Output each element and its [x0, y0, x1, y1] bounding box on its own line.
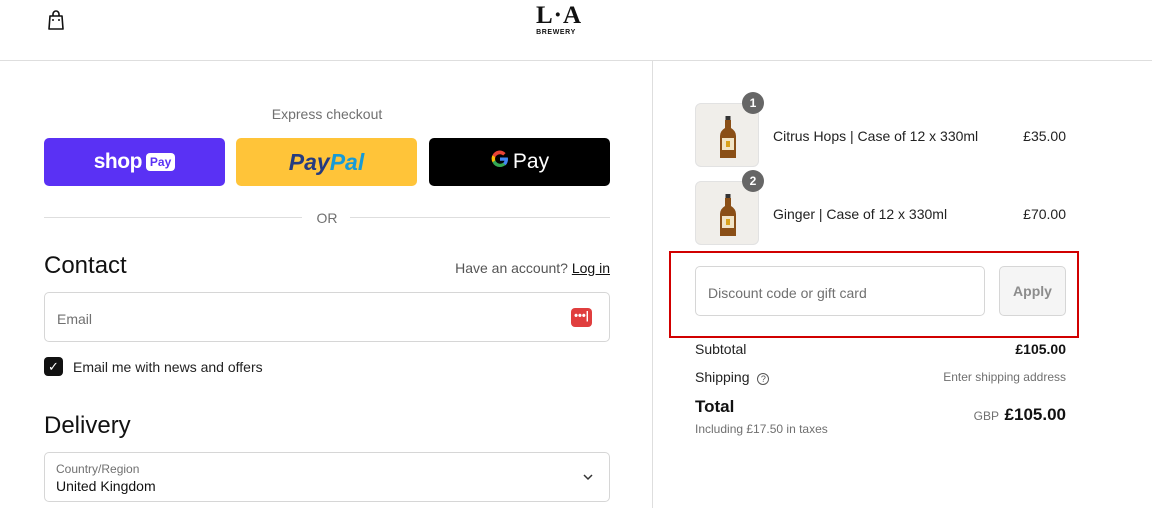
- taxes-note: Including £17.50 in taxes: [695, 422, 828, 436]
- paypal-word-1: Pay: [288, 148, 330, 175]
- google-pay-word: Pay: [512, 150, 550, 173]
- paypal-word-2: Pal: [329, 148, 365, 175]
- shipping-label-row: Shipping ?: [695, 369, 770, 385]
- column-divider: [652, 61, 653, 508]
- newsletter-label: Email me with news and offers: [73, 359, 263, 375]
- delivery-heading: Delivery: [44, 412, 131, 439]
- header: L·A BREWERY: [0, 0, 1152, 61]
- apply-button[interactable]: Apply: [999, 266, 1066, 316]
- quantity-badge: 1: [742, 92, 764, 114]
- shop-pay-word: shop: [93, 150, 143, 173]
- total-value: £105.00: [1004, 405, 1066, 424]
- logo-sub: BREWERY: [536, 29, 576, 36]
- have-account-text: Have an account? Log in: [455, 260, 610, 276]
- google-g-icon: [490, 149, 510, 175]
- shipping-label: Shipping: [695, 369, 750, 385]
- item-name: Ginger | Case of 12 x 330ml: [773, 206, 948, 222]
- google-pay-button[interactable]: Pay: [429, 138, 610, 186]
- item-name: Citrus Hops | Case of 12 x 330ml: [773, 128, 979, 144]
- or-line-right: [350, 217, 610, 218]
- contact-heading: Contact: [44, 252, 127, 279]
- or-divider: OR: [44, 209, 610, 227]
- shop-pay-badge: Pay: [145, 153, 176, 171]
- chevron-down-icon: [583, 474, 593, 481]
- password-manager-icon[interactable]: •••|: [571, 308, 592, 327]
- quantity-badge: 2: [742, 170, 764, 192]
- bottle-image: [720, 194, 736, 236]
- discount-code-input[interactable]: Discount code or gift card: [695, 266, 985, 316]
- login-link[interactable]: Log in: [572, 260, 610, 276]
- subtotal-label: Subtotal: [695, 341, 747, 357]
- logo-main: L·A: [536, 2, 583, 29]
- express-checkout-title: Express checkout: [271, 106, 383, 122]
- shop-pay-button[interactable]: shop Pay: [44, 138, 225, 186]
- have-account-label: Have an account?: [455, 260, 568, 276]
- subtotal-value: £105.00: [1015, 341, 1066, 357]
- or-text: OR: [316, 210, 338, 226]
- email-field[interactable]: Email •••|: [44, 292, 610, 342]
- currency-code: GBP: [973, 409, 999, 423]
- bottle-image: [720, 116, 736, 158]
- brand-logo[interactable]: L·A BREWERY: [536, 2, 583, 37]
- discount-placeholder: Discount code or gift card: [708, 285, 867, 301]
- shipping-value: Enter shipping address: [943, 370, 1066, 384]
- country-value: United Kingdom: [56, 478, 156, 494]
- email-placeholder: Email: [57, 311, 93, 327]
- country-label: Country/Region: [56, 462, 140, 476]
- country-select[interactable]: Country/Region United Kingdom: [44, 452, 610, 502]
- shopping-bag-icon[interactable]: [46, 9, 66, 31]
- total-label: Total: [695, 397, 735, 416]
- item-price: £70.00: [1023, 206, 1066, 222]
- newsletter-checkbox[interactable]: ✓: [44, 357, 63, 376]
- paypal-button[interactable]: Pay Pal: [236, 138, 417, 186]
- question-icon[interactable]: ?: [757, 373, 770, 385]
- item-price: £35.00: [1023, 128, 1066, 144]
